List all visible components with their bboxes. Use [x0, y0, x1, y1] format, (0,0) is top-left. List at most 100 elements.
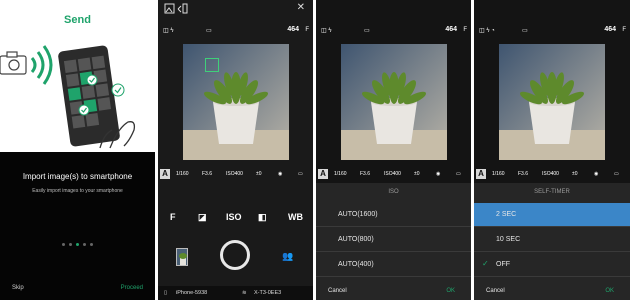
shooting-mode: A [160, 169, 170, 179]
cancel-button[interactable]: Cancel [486, 288, 505, 294]
shutter-button[interactable] [220, 240, 250, 270]
import-illustration [0, 45, 136, 149]
send-onboarding-screen: Send Import image(s) to smartphone Easil… [0, 0, 155, 300]
onboarding-heading: Import image(s) to smartphone [22, 172, 133, 181]
wifi-icon: ≋ [242, 290, 247, 296]
page-dot [83, 243, 86, 246]
status-bar: ◫ ϟ ▭ 464 F [158, 25, 313, 37]
page-dot-active [76, 243, 79, 246]
metering-icon: ◉ [594, 171, 599, 177]
aperture-button[interactable]: F [170, 212, 176, 222]
iso-value: ISO400 [226, 171, 243, 177]
onboarding-panel: Import image(s) to smartphone Easily imp… [0, 152, 155, 300]
exposure-info-bar: A 1/160 F3.6 ISO400 ±0 ◉ ▭ [158, 167, 313, 181]
page-dot [62, 243, 65, 246]
camera-status-icon: ◫ ϟ ◔ [479, 28, 495, 34]
camera-status-icon: ◫ ϟ [163, 28, 174, 34]
check-icon: ✓ [482, 259, 489, 268]
film-sim-icon: ▭ [522, 28, 528, 34]
remote-shooting-screen: ✕ ◫ ϟ ▭ 464 F A 1/160 F3.6 ISO400 ±0 ◉ ▭… [158, 0, 313, 300]
aperture: F3.6 [202, 171, 213, 177]
live-view [341, 44, 447, 160]
page-dot [69, 243, 72, 246]
self-timer-select-screen: ◫ ϟ ◔ ▭ 464 F A 1/160 F3.6 ISO400 ±0 ◉ ▭… [474, 0, 630, 300]
film-sim-icon: ▭ [364, 28, 370, 34]
shooting-mode: A [476, 169, 486, 179]
top-bar: ✕ [158, 0, 313, 20]
iso-button[interactable]: ISO [226, 212, 242, 222]
status-bar: ◫ ϟ ◔ ▭ 464 F [474, 25, 630, 37]
proceed-button[interactable]: Proceed [121, 285, 143, 291]
focus-frame [205, 58, 219, 72]
shots-remaining: 464 [604, 26, 616, 33]
option-label: AUTO(800) [338, 236, 374, 243]
people-icon[interactable]: 👥 [282, 251, 293, 262]
option-label: AUTO(400) [338, 261, 374, 268]
device-name: iPhone-5938 [176, 290, 208, 296]
option-2-sec[interactable]: 2 SEC [474, 203, 630, 227]
film-sim-icon: ▭ [206, 28, 212, 34]
ok-button[interactable]: OK [446, 288, 455, 294]
metering-icon: ◉ [436, 171, 441, 177]
self-timer-option-sheet: SELF-TIMER 2 SEC 10 SEC ✓ OFF Cancel OK [474, 183, 630, 300]
option-label: 2 SEC [496, 211, 517, 218]
page-dot [90, 243, 93, 246]
battery-icon: ▭ [298, 171, 303, 177]
sheet-title: SELF-TIMER [534, 189, 570, 195]
sheet-title: ISO [388, 189, 399, 195]
camera-status-icon: ◫ ϟ [321, 28, 332, 34]
live-view [499, 44, 605, 160]
skip-button[interactable]: Skip [12, 285, 24, 291]
exposure-button[interactable]: ◪ [198, 212, 207, 223]
exposure-comp: ±0 [572, 171, 578, 177]
shooting-mode: A [318, 169, 328, 179]
option-label: 10 SEC [496, 236, 521, 243]
image-mode-icon[interactable] [164, 3, 188, 15]
option-auto-400[interactable]: AUTO(400) [316, 253, 471, 277]
option-auto-800[interactable]: AUTO(800) [316, 228, 471, 252]
close-icon[interactable]: ✕ [297, 2, 305, 13]
page-title: Send [64, 14, 91, 26]
connection-bar: ▯ iPhone-5938 ≋ X-T3-0EE3 [158, 286, 313, 300]
camera-icon [0, 51, 27, 75]
aperture: F3.6 [360, 171, 371, 177]
iso-value: ISO400 [542, 171, 559, 177]
status-bar: ◫ ϟ ▭ 464 F [316, 25, 471, 37]
smartphone-grid-icon [58, 45, 125, 147]
shutter-speed: 1/160 [176, 171, 189, 177]
battery-icon: ▭ [614, 171, 619, 177]
iso-option-sheet: ISO AUTO(1600) AUTO(800) AUTO(400) Cance… [316, 183, 471, 300]
aperture: F3.6 [518, 171, 529, 177]
film-simulation-button[interactable]: ◧ [258, 212, 267, 223]
battery-icon: ▭ [456, 171, 461, 177]
wifi-signal-icon [30, 45, 53, 85]
option-label: AUTO(1600) [338, 211, 378, 218]
onboarding-subtitle: Easily import images to your smartphone [32, 188, 123, 194]
format-icon: F [305, 27, 309, 33]
white-balance-button[interactable]: WB [288, 212, 303, 222]
last-image-thumbnail[interactable] [176, 248, 188, 266]
metering-icon: ◉ [278, 171, 283, 177]
exposure-info-bar: A 1/160 F3.6 ISO400 ±0 ◉ ▭ [316, 167, 471, 181]
option-off[interactable]: ✓ OFF [474, 253, 630, 277]
camera-name: X-T3-0EE3 [254, 290, 282, 296]
shutter-speed: 1/160 [492, 171, 505, 177]
sheet-footer: Cancel OK [474, 282, 630, 300]
option-auto-1600[interactable]: AUTO(1600) [316, 203, 471, 227]
shots-remaining: 464 [287, 26, 299, 33]
option-label: OFF [496, 261, 510, 268]
exposure-info-bar: A 1/160 F3.6 ISO400 ±0 ◉ ▭ [474, 167, 630, 181]
sheet-footer: Cancel OK [316, 282, 471, 300]
exposure-comp: ±0 [256, 171, 262, 177]
cancel-button[interactable]: Cancel [328, 288, 347, 294]
exposure-comp: ±0 [414, 171, 420, 177]
ok-button[interactable]: OK [605, 288, 614, 294]
settings-toolbar: F ◪ ISO ◧ WB [158, 212, 313, 228]
format-icon: F [622, 27, 626, 33]
live-view[interactable] [183, 44, 289, 160]
option-10-sec[interactable]: 10 SEC [474, 228, 630, 252]
phone-icon: ▯ [164, 290, 168, 296]
iso-select-screen: ◫ ϟ ▭ 464 F A 1/160 F3.6 ISO400 ±0 ◉ ▭ I… [316, 0, 471, 300]
shutter-speed: 1/160 [334, 171, 347, 177]
page-indicator [62, 243, 93, 246]
